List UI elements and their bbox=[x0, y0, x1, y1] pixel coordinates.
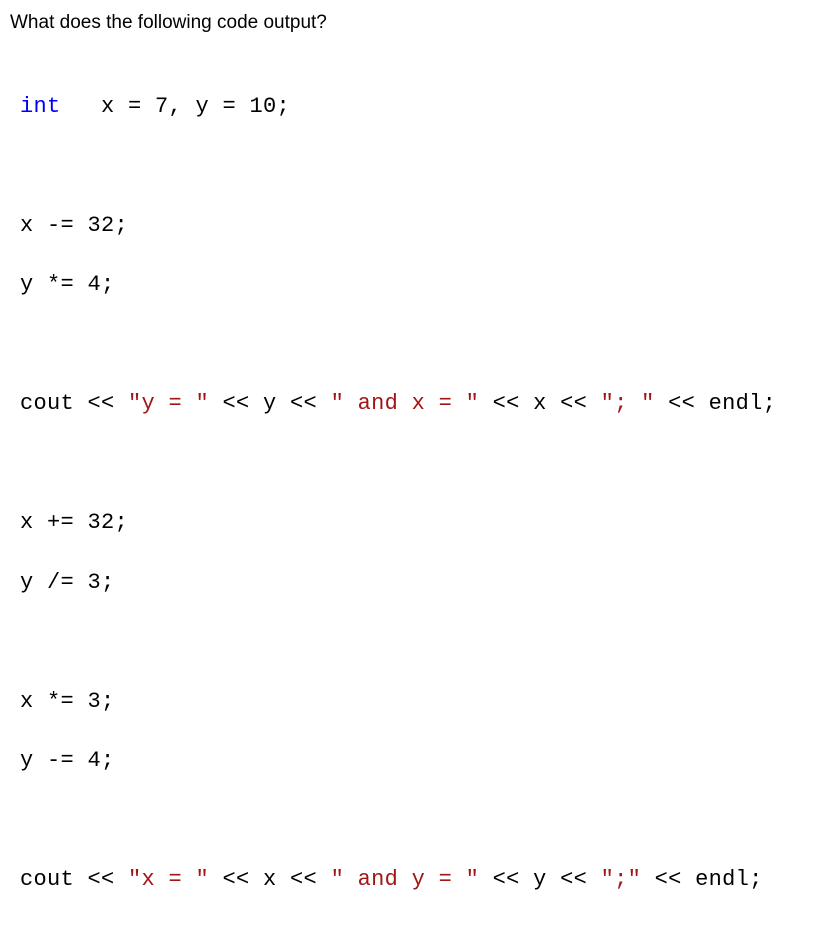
blank-line bbox=[20, 805, 828, 835]
code-text: << endl; bbox=[641, 867, 763, 892]
code-line-4: y *= 4; bbox=[20, 270, 828, 300]
code-line-9: y /= 3; bbox=[20, 568, 828, 598]
string-literal: "x = " bbox=[128, 867, 209, 892]
string-literal: "; " bbox=[601, 391, 655, 416]
string-literal: " and x = " bbox=[331, 391, 480, 416]
code-text: cout << bbox=[20, 867, 128, 892]
code-line-3: x -= 32; bbox=[20, 211, 828, 241]
blank-line bbox=[20, 449, 828, 479]
keyword-int: int bbox=[20, 94, 61, 119]
code-line-12: y -= 4; bbox=[20, 746, 828, 776]
code-text: << y << bbox=[209, 391, 331, 416]
string-literal: " and y = " bbox=[331, 867, 480, 892]
code-line-6: cout << "y = " << y << " and x = " << x … bbox=[20, 389, 828, 419]
code-text: << y << bbox=[479, 867, 601, 892]
code-text: << endl; bbox=[655, 391, 777, 416]
string-literal: "y = " bbox=[128, 391, 209, 416]
code-text: << x << bbox=[479, 391, 601, 416]
code-line-14: cout << "x = " << x << " and y = " << y … bbox=[20, 865, 828, 895]
string-literal: ";" bbox=[601, 867, 642, 892]
blank-line bbox=[20, 330, 828, 360]
blank-line bbox=[20, 627, 828, 657]
code-text: x = 7, y = 10; bbox=[61, 94, 291, 119]
code-text: << x << bbox=[209, 867, 331, 892]
code-line-11: x *= 3; bbox=[20, 687, 828, 717]
question-text: What does the following code output? bbox=[10, 12, 828, 34]
code-line-1: int x = 7, y = 10; bbox=[20, 92, 828, 122]
blank-line bbox=[20, 151, 828, 181]
code-line-8: x += 32; bbox=[20, 508, 828, 538]
code-block: int x = 7, y = 10; x -= 32; y *= 4; cout… bbox=[10, 62, 828, 925]
code-text: cout << bbox=[20, 391, 128, 416]
